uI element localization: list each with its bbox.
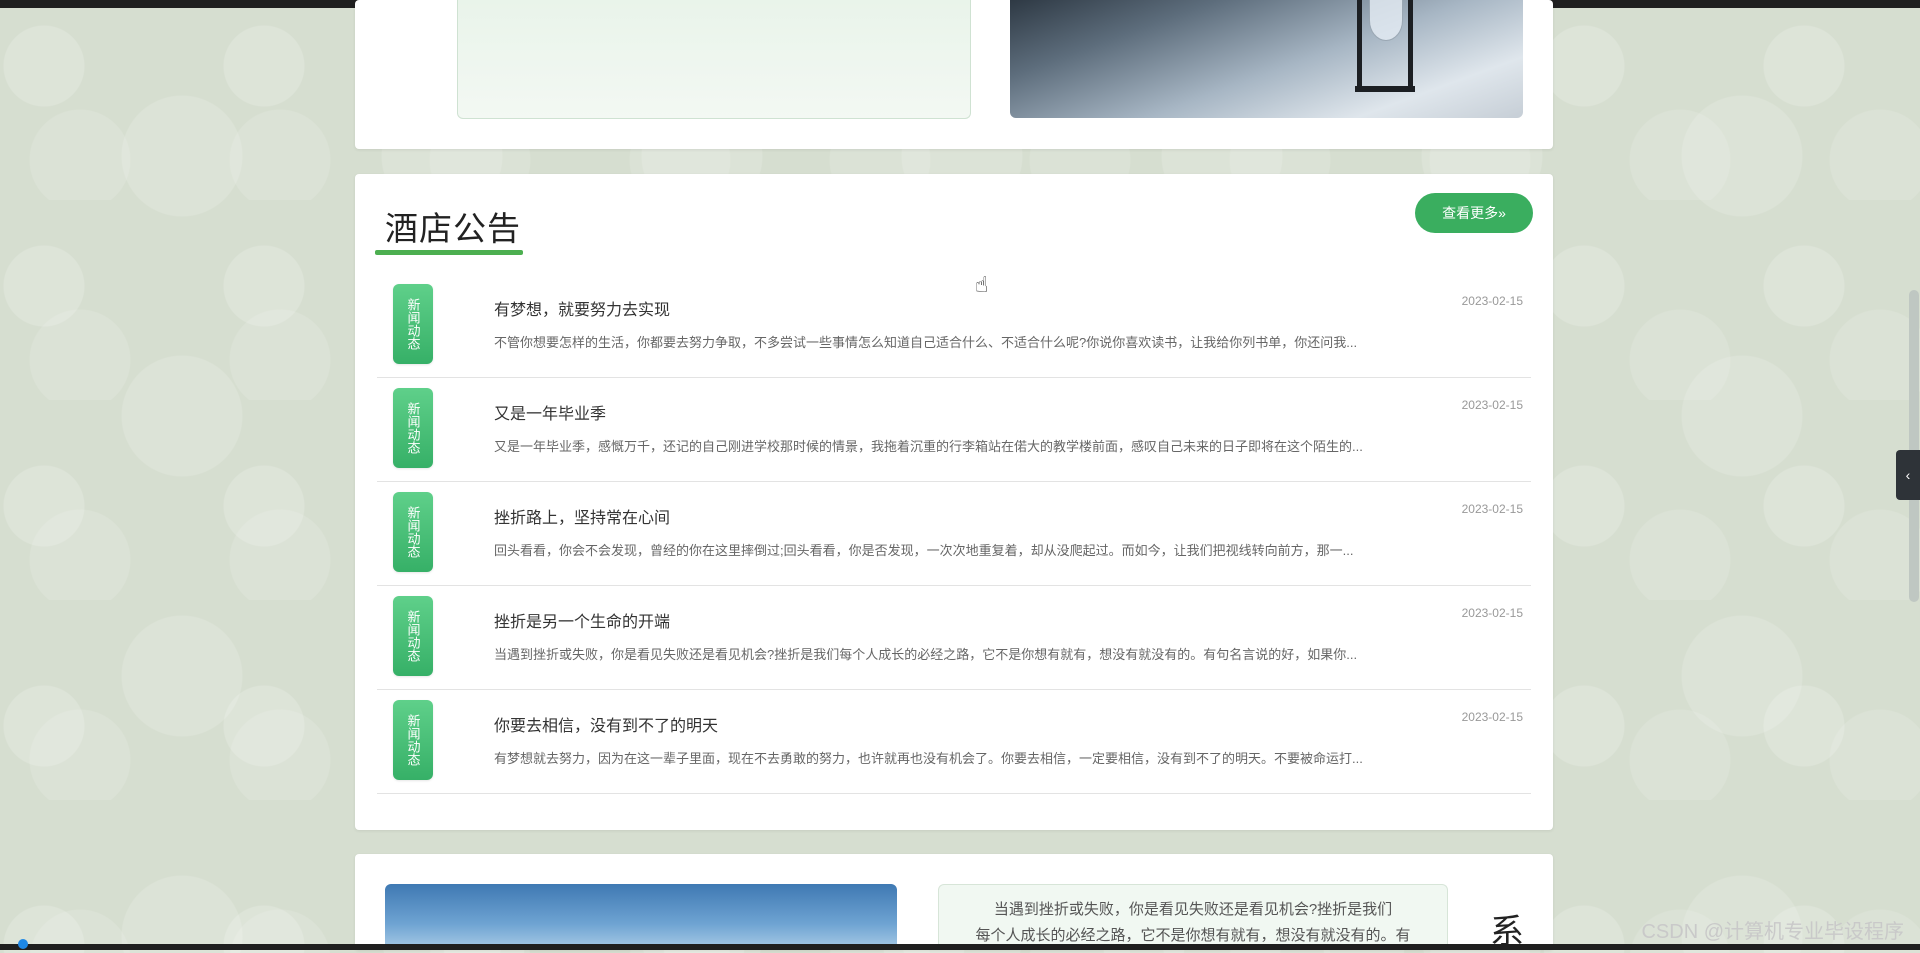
news-badge: 新闻动态 xyxy=(393,700,433,780)
hand-pointer-icon: ☝ xyxy=(975,272,989,297)
feature-image xyxy=(385,884,897,950)
news-item-title[interactable]: 挫折路上，坚持常在心间 xyxy=(494,504,670,528)
chevron-left-icon[interactable]: ‹ xyxy=(1896,450,1920,500)
feature-image xyxy=(1010,0,1523,118)
news-item-date: 2023-02-15 xyxy=(1461,398,1523,412)
news-badge: 新闻动态 xyxy=(393,388,433,468)
news-item-date: 2023-02-15 xyxy=(1461,502,1523,516)
view-more-button[interactable]: 查看更多» xyxy=(1415,193,1533,233)
news-badge: 新闻动态 xyxy=(393,596,433,676)
feature-text-box: 当遇到挫折或失败，你是看见失败还是看见机会?挫折是我们 每个人成长的必经之路，它… xyxy=(938,884,1448,950)
watermark: CSDN @计算机专业毕设程序 xyxy=(1641,921,1904,943)
news-item[interactable]: 新闻动态 挫折路上，坚持常在心间 回头看看，你会不会发现，曾经的你在这里摔倒过;… xyxy=(377,482,1531,586)
news-badge: 新闻动态 xyxy=(393,284,433,364)
hourglass-image xyxy=(1355,0,1415,92)
news-item-desc: 有梦想就去努力，因为在这一辈子里面，现在不去勇敢的努力，也许就再也没有机会了。你… xyxy=(494,751,1363,766)
title-underline xyxy=(375,250,523,255)
news-list: 新闻动态 有梦想，就要努力去实现 不管你想要怎样的生活，你都要去努力争取，不多尝… xyxy=(377,274,1531,794)
news-item-title[interactable]: 有梦想，就要努力去实现 xyxy=(494,296,670,320)
top-feature-card xyxy=(355,0,1553,149)
news-item-desc: 回头看看，你会不会发现，曾经的你在这里摔倒过;回头看看，你是否发现，一次次地重复… xyxy=(494,543,1354,558)
news-item[interactable]: 新闻动态 你要去相信，没有到不了的明天 有梦想就去努力，因为在这一辈子里面，现在… xyxy=(377,690,1531,794)
scrollbar-thumb[interactable] xyxy=(1909,290,1919,602)
news-item-title[interactable]: 挫折是另一个生命的开端 xyxy=(494,608,670,632)
section-title: 酒店公告 xyxy=(385,210,521,247)
bottom-feature-card: 当遇到挫折或失败，你是看见失败还是看见机会?挫折是我们 每个人成长的必经之路，它… xyxy=(355,854,1553,951)
news-item-date: 2023-02-15 xyxy=(1461,710,1523,724)
news-item-title[interactable]: 你要去相信，没有到不了的明天 xyxy=(494,712,718,736)
news-item-date: 2023-02-15 xyxy=(1461,606,1523,620)
feature-text-box xyxy=(457,0,971,119)
bottom-bar xyxy=(0,944,1920,950)
news-item[interactable]: 新闻动态 又是一年毕业季 又是一年毕业季，感慨万千，还记的自己刚进学校那时候的情… xyxy=(377,378,1531,482)
news-item-desc: 不管你想要怎样的生活，你都要去努力争取，不多尝试一些事情怎么知道自己适合什么、不… xyxy=(494,335,1358,350)
news-item-desc: 当遇到挫折或失败，你是看见失败还是看见机会?挫折是我们每个人成长的必经之路，它不… xyxy=(494,647,1358,662)
news-item-desc: 又是一年毕业季，感慨万千，还记的自己刚进学校那时候的情景，我拖着沉重的行李箱站在… xyxy=(494,439,1363,454)
news-item-title[interactable]: 又是一年毕业季 xyxy=(494,400,606,424)
hotel-news-card: 酒店公告 查看更多» 新闻动态 有梦想，就要努力去实现 不管你想要怎样的生活，你… xyxy=(355,174,1553,830)
news-item[interactable]: 新闻动态 挫折是另一个生命的开端 当遇到挫折或失败，你是看见失败还是看见机会?挫… xyxy=(377,586,1531,690)
news-item-date: 2023-02-15 xyxy=(1461,294,1523,308)
news-badge: 新闻动态 xyxy=(393,492,433,572)
news-item[interactable]: 新闻动态 有梦想，就要努力去实现 不管你想要怎样的生活，你都要去努力争取，不多尝… xyxy=(377,274,1531,378)
feature-text-line: 当遇到挫折或失败，你是看见失败还是看见机会?挫折是我们 xyxy=(993,901,1393,918)
taskbar-indicator xyxy=(18,939,28,949)
